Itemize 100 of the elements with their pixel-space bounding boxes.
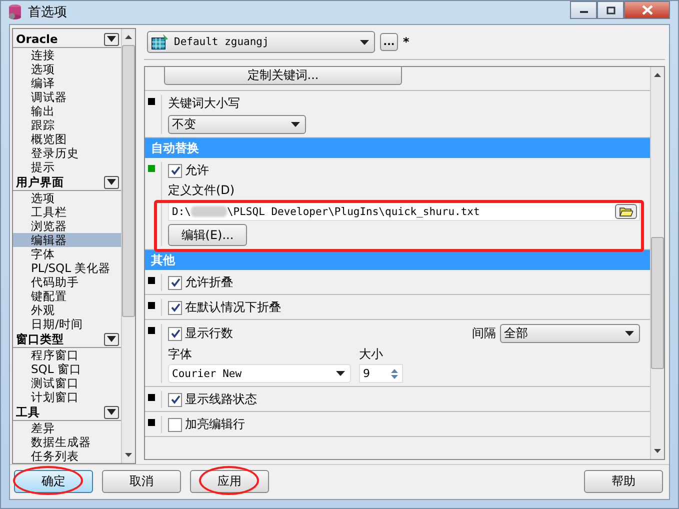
checkbox[interactable] (168, 326, 182, 340)
checkbox[interactable] (168, 300, 182, 314)
blurred-text (190, 206, 227, 217)
modified-mark: * (403, 35, 410, 49)
checkmark-icon (170, 277, 180, 288)
category-item[interactable]: SQL 窗口 (13, 362, 121, 376)
scroll-up-icon (125, 35, 132, 39)
database-icon (7, 4, 23, 20)
category-item[interactable]: 差异 (13, 421, 121, 435)
close-button[interactable] (624, 1, 670, 19)
scrollbar[interactable] (121, 29, 135, 463)
folder-icon (619, 206, 633, 217)
section-header: 自动替换 (145, 138, 650, 158)
dropdown-arrow-icon (291, 122, 300, 127)
category-item[interactable]: 键配置 (13, 289, 121, 303)
category-item[interactable]: 数据生成器 (13, 435, 121, 449)
scroll-down-icon (125, 453, 132, 457)
scroll-down-icon (654, 449, 661, 453)
file-path-field[interactable]: D:\ \PLSQL Developer\PlugIns\quick_shuru.txt (168, 202, 640, 221)
category-item[interactable]: 跟踪 (13, 118, 121, 132)
checkbox[interactable] (168, 392, 182, 406)
checkmark-icon (170, 302, 180, 313)
group-title: 窗口类型 (16, 332, 64, 346)
scroll-thumb[interactable] (651, 237, 664, 369)
category-item[interactable]: 调试器 (13, 90, 121, 104)
category-item[interactable]: 工具栏 (13, 205, 121, 219)
dialog-button[interactable]: 取消 (102, 470, 181, 493)
checkbox[interactable] (168, 276, 182, 290)
category-item[interactable]: 选项 (13, 191, 121, 205)
interval-dropdown[interactable]: 全部 (500, 324, 640, 343)
interval-label: 间隔 (472, 325, 496, 342)
setting-checkbox[interactable]: 显示线路状态 (168, 391, 257, 408)
setting-checkbox[interactable]: 在默认情况下折叠 (168, 299, 281, 316)
checkmark-icon (170, 328, 180, 339)
spinner-arrows-icon (390, 366, 399, 380)
category-item[interactable]: 概览图 (13, 132, 121, 146)
maximize-button[interactable] (597, 1, 624, 19)
setting-checkbox[interactable]: 允许 (168, 162, 209, 179)
triangle-down-icon (107, 36, 116, 42)
checkbox[interactable] (168, 164, 182, 178)
triangle-down-icon (107, 336, 116, 342)
group-title: Oracle (16, 32, 58, 46)
triangle-down-icon (107, 179, 116, 185)
category-item[interactable]: 编译 (13, 76, 121, 90)
checkbox[interactable] (168, 418, 182, 432)
highlight-ellipse (199, 466, 259, 495)
category-item[interactable]: 测试窗口 (13, 376, 121, 390)
category-item[interactable]: 字体 (13, 247, 121, 261)
dialog-button[interactable]: 确定 (14, 470, 93, 493)
scroll-up-icon (654, 73, 661, 77)
group-title: 工具 (16, 404, 40, 420)
dialog-button[interactable]: 应用 (190, 470, 269, 493)
collapse-button[interactable] (104, 176, 119, 188)
dropdown-arrow-icon (625, 331, 634, 336)
highlight-ellipse (13, 466, 83, 495)
checkmark-icon (170, 394, 180, 405)
more-button[interactable]: ... (380, 33, 398, 51)
setting-checkbox[interactable]: 加亮编辑行 (168, 416, 245, 433)
help-button[interactable]: 帮助 (584, 470, 663, 493)
setting-checkbox[interactable]: 显示行数 (168, 325, 233, 342)
category-item[interactable]: 输出 (13, 104, 121, 118)
triangle-down-icon (107, 409, 116, 415)
case-dropdown[interactable]: 不变 (168, 115, 306, 134)
category-item[interactable]: 计划窗口 (13, 390, 121, 404)
close-icon (642, 5, 652, 15)
grid-cube-icon (151, 34, 169, 50)
profile-dropdown[interactable]: Default zguangj (147, 31, 375, 53)
customize-keywords-button[interactable]: 定制关键词... (164, 67, 402, 85)
font-dropdown[interactable]: Courier New (168, 364, 351, 383)
minimize-button[interactable] (570, 1, 597, 19)
font-label: 字体 (168, 346, 192, 363)
window-title: 首选项 (28, 4, 67, 20)
setting-label: 关键词大小写 (168, 95, 240, 112)
collapse-button[interactable] (104, 332, 119, 346)
checkmark-icon (170, 165, 180, 176)
category-item[interactable]: 日期/时间 (13, 317, 121, 331)
category-item[interactable]: PL/SQL 美化器 (13, 261, 121, 275)
category-item[interactable]: 编辑器 (13, 233, 121, 247)
category-item[interactable]: 登录历史 (13, 146, 121, 160)
category-item[interactable]: 代码助手 (13, 275, 121, 289)
scrollbar[interactable] (650, 67, 664, 459)
category-item[interactable]: 程序窗口 (13, 348, 121, 362)
edit-button[interactable]: 编辑(E)... (168, 224, 247, 246)
dropdown-arrow-icon (360, 40, 369, 44)
setting-checkbox[interactable]: 允许折叠 (168, 274, 233, 291)
file-label: 定义文件(D) (168, 182, 235, 199)
category-item[interactable]: 外观 (13, 303, 121, 317)
collapse-button[interactable] (104, 406, 119, 418)
section-header: 其他 (145, 250, 650, 270)
dropdown-arrow-icon (336, 371, 345, 376)
size-label: 大小 (359, 346, 383, 363)
size-spinner[interactable]: 9 (359, 364, 403, 383)
collapse-button[interactable] (104, 32, 119, 46)
browse-button[interactable] (615, 204, 637, 219)
category-item[interactable]: 浏览器 (13, 219, 121, 233)
category-item[interactable]: 提示 (13, 160, 121, 174)
category-item[interactable]: 连接 (13, 48, 121, 62)
scroll-thumb[interactable] (122, 45, 135, 317)
category-item[interactable]: 选项 (13, 62, 121, 76)
category-item[interactable]: 任务列表 (13, 449, 121, 463)
